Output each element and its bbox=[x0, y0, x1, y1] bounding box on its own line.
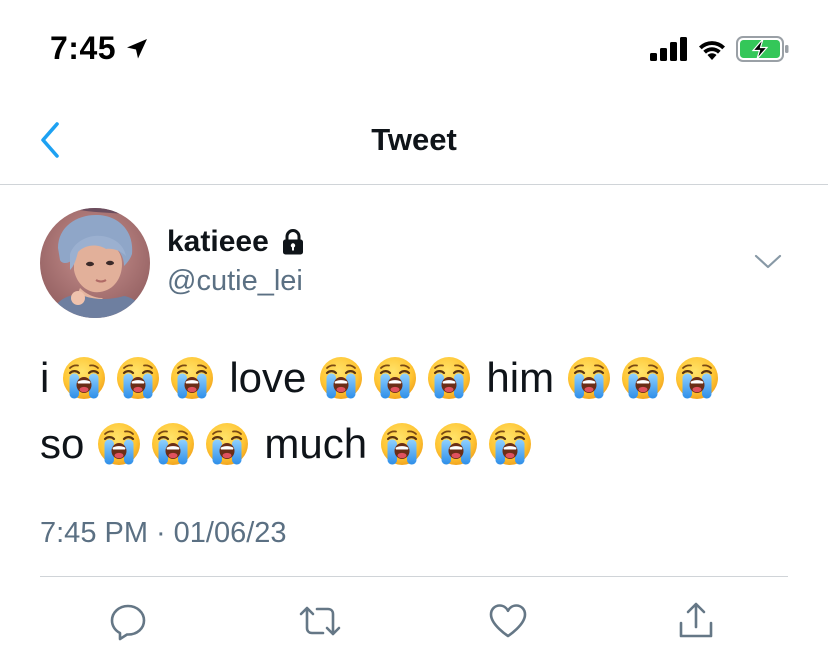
tweet-text-line-2: so much bbox=[40, 411, 800, 477]
tweet-text-line-1: i love him bbox=[40, 345, 800, 411]
loudly-crying-face-emoji-icon bbox=[674, 355, 720, 401]
tweet-word: i bbox=[40, 354, 50, 401]
loudly-crying-face-emoji-icon bbox=[620, 355, 666, 401]
loudly-crying-face-emoji-icon bbox=[433, 421, 479, 467]
tweet-time: 7:45 PM bbox=[40, 517, 148, 549]
display-name-row: katieee bbox=[167, 225, 307, 259]
loudly-crying-face-emoji-icon bbox=[566, 355, 612, 401]
page-title: Tweet bbox=[371, 122, 457, 157]
tweet-actions bbox=[0, 599, 828, 649]
wifi-icon bbox=[696, 37, 728, 61]
tweet-word: love bbox=[229, 354, 307, 401]
lock-icon bbox=[279, 228, 307, 256]
share-button[interactable] bbox=[674, 599, 718, 643]
loudly-crying-face-emoji-icon bbox=[96, 421, 142, 467]
like-icon bbox=[489, 604, 527, 638]
loudly-crying-face-emoji-icon bbox=[150, 421, 196, 467]
display-name[interactable]: katieee bbox=[167, 225, 269, 259]
battery-charging-icon bbox=[736, 36, 790, 62]
loudly-crying-face-emoji-icon bbox=[61, 355, 107, 401]
status-icons bbox=[650, 36, 790, 62]
loudly-crying-face-emoji-icon bbox=[318, 355, 364, 401]
avatar[interactable] bbox=[40, 208, 150, 318]
loudly-crying-face-emoji-icon bbox=[115, 355, 161, 401]
cellular-signal-icon bbox=[650, 37, 688, 61]
loudly-crying-face-emoji-icon bbox=[379, 421, 425, 467]
status-bar: 7:45 bbox=[0, 0, 828, 100]
loudly-crying-face-emoji-icon bbox=[426, 355, 472, 401]
tweet-timestamp: 7:45 PM · 01/06/23 bbox=[40, 517, 287, 550]
retweet-icon bbox=[299, 606, 341, 636]
tweet-date: 01/06/23 bbox=[173, 517, 287, 549]
user-handle[interactable]: @cutie_lei bbox=[167, 265, 307, 298]
loudly-crying-face-emoji-icon bbox=[487, 421, 533, 467]
status-time-group: 7:45 bbox=[50, 30, 150, 67]
reply-icon bbox=[110, 604, 146, 641]
tweet-menu-button[interactable] bbox=[748, 247, 788, 277]
reply-button[interactable] bbox=[106, 599, 150, 643]
divider bbox=[40, 576, 788, 577]
tweet-author: katieee @cutie_lei bbox=[167, 225, 307, 298]
share-icon bbox=[679, 602, 713, 638]
tweet-word: him bbox=[486, 354, 555, 401]
like-button[interactable] bbox=[486, 599, 530, 643]
tweet-word: much bbox=[264, 420, 368, 467]
retweet-button[interactable] bbox=[298, 599, 342, 643]
timestamp-separator: · bbox=[156, 517, 166, 549]
location-arrow-icon bbox=[124, 36, 150, 62]
chevron-down-icon bbox=[754, 254, 782, 269]
tweet-text: i love him so much bbox=[40, 345, 800, 477]
loudly-crying-face-emoji-icon bbox=[204, 421, 250, 467]
tweet-word: so bbox=[40, 420, 85, 467]
status-time: 7:45 bbox=[50, 30, 117, 66]
loudly-crying-face-emoji-icon bbox=[372, 355, 418, 401]
loudly-crying-face-emoji-icon bbox=[169, 355, 215, 401]
nav-bar: Tweet bbox=[0, 100, 828, 185]
